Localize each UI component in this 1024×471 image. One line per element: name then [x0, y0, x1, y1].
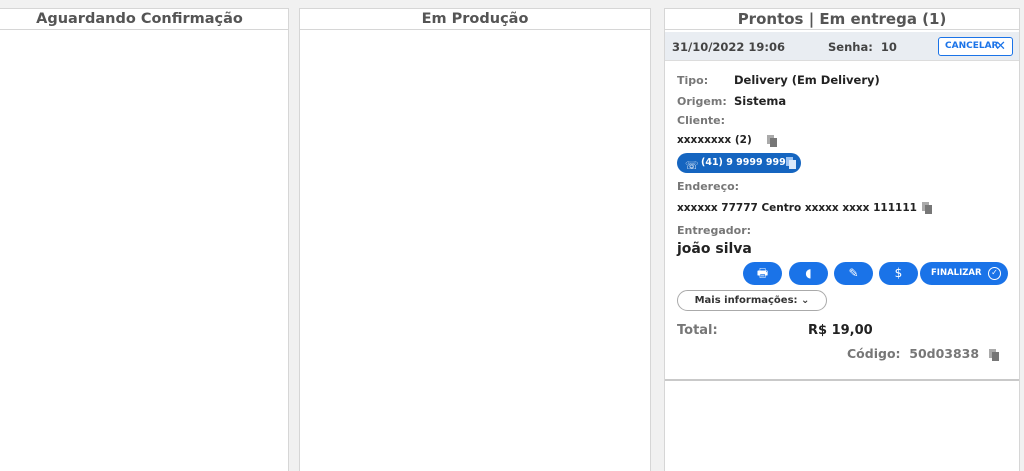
endereco-label: Endereço:: [677, 180, 740, 193]
finalizar-label: FINALIZAR: [931, 268, 982, 278]
copy-icon[interactable]: [767, 135, 777, 147]
column-aguardando: Aguardando Confirmação: [0, 8, 289, 471]
tipo-label: Tipo:: [677, 74, 709, 87]
dollar-icon: $: [894, 266, 903, 280]
phone-icon: ☏: [685, 159, 699, 172]
finalizar-button[interactable]: FINALIZAR ✓: [920, 262, 1008, 285]
entregador-value: joão silva: [677, 241, 752, 257]
copy-icon[interactable]: [786, 157, 796, 169]
cliente-value: xxxxxxxx (2): [677, 134, 752, 146]
cliente-label: Cliente:: [677, 114, 726, 127]
order-card: 31/10/2022 19:06 Senha: 10 CANCELAR ✕ Ti…: [665, 32, 1019, 381]
check-circle-icon: ✓: [988, 267, 1001, 280]
copy-icon[interactable]: [989, 349, 999, 361]
order-code: Código: 50d03838: [847, 346, 979, 361]
senha-label: Senha:: [828, 40, 873, 54]
origem-label: Origem:: [677, 95, 727, 108]
phone-button[interactable]: ☏ (41) 9 9999 9999: [677, 153, 801, 173]
senha-value: 10: [880, 40, 897, 54]
total-value: R$ 19,00: [808, 323, 873, 338]
total-label: Total:: [677, 323, 718, 338]
origem-value: Sistema: [734, 94, 787, 108]
more-info-button[interactable]: Mais informações: ⌄: [677, 290, 827, 311]
column-producao: Em Produção: [299, 8, 651, 471]
printer-icon: 🖶: [756, 266, 769, 280]
payment-button[interactable]: ◖: [789, 262, 828, 285]
entregador-label: Entregador:: [677, 224, 752, 237]
wallet-icon: ◖: [805, 266, 812, 280]
order-senha: Senha: 10: [828, 40, 897, 54]
column-title-prontos: Prontos | Em entrega (1): [665, 9, 1019, 30]
column-prontos: Prontos | Em entrega (1) 31/10/2022 19:0…: [664, 8, 1020, 471]
phone-number: (41) 9 9999 9999: [701, 157, 793, 168]
order-datetime: 31/10/2022 19:06: [672, 40, 786, 54]
money-button[interactable]: $: [879, 262, 918, 285]
print-button[interactable]: 🖶: [743, 262, 782, 285]
copy-icon[interactable]: [922, 202, 932, 214]
codigo-value: 50d03838: [909, 346, 980, 361]
order-card-header: 31/10/2022 19:06 Senha: 10 CANCELAR ✕: [665, 32, 1019, 61]
column-title-aguardando: Aguardando Confirmação: [0, 9, 288, 30]
codigo-label: Código:: [847, 346, 901, 361]
pencil-icon: ✎: [848, 266, 859, 280]
endereco-value: xxxxxx 77777 Centro xxxxx xxxx 111111: [677, 202, 917, 214]
column-title-producao: Em Produção: [300, 9, 650, 30]
close-icon: ✕: [995, 39, 1006, 54]
cancel-label: CANCELAR: [945, 41, 999, 51]
tipo-value: Delivery (Em Delivery): [734, 73, 880, 87]
edit-button[interactable]: ✎: [834, 262, 873, 285]
cancel-button[interactable]: CANCELAR ✕: [938, 37, 1013, 56]
